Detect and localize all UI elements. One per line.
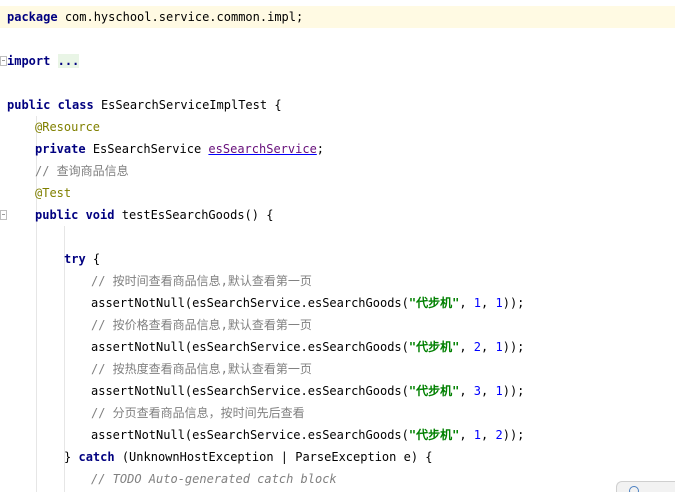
string-literal: "代步机" [408,428,460,442]
number-literal: 1 [473,428,482,442]
method-modifiers: public void [35,208,115,222]
number-literal: 1 [495,296,503,310]
annotation-test: @Test [35,186,72,200]
call-suffix: )); [502,428,525,442]
assert-call: assertNotNull(esSearchService.esSearchGo… [91,340,409,354]
number-literal: 1 [473,296,482,310]
code-line-assert[interactable]: assertNotNull(esSearchService.esSearchGo… [0,380,675,402]
assert-call: assertNotNull(esSearchService.esSearchGo… [91,296,409,310]
field-semicolon: ; [316,142,325,156]
comment-call: // 按热度查看商品信息,默认查看第一页 [91,362,312,376]
annotation-resource: @Resource [35,120,101,134]
code-line-comment[interactable]: // 按时间查看商品信息,默认查看第一页 [0,270,675,292]
folded-imports-placeholder[interactable]: ... [57,54,80,68]
string-literal: "代步机" [408,296,460,310]
field-type: EsSearchService [92,142,202,156]
number-literal: 1 [495,384,503,398]
comment-query: // 查询商品信息 [35,164,129,178]
code-line-catch[interactable]: } catch (UnknownHostException | ParseExc… [0,446,675,468]
field-modifier: private [35,142,86,156]
catch-params: (UnknownHostException | ParseException e… [121,450,433,464]
code-line-package[interactable]: package com.hyschool.service.common.impl… [0,6,675,28]
comment-call: // 按价格查看商品信息,默认查看第一页 [91,318,312,332]
code-line-assert[interactable]: assertNotNull(esSearchService.esSearchGo… [0,424,675,446]
class-declaration: EsSearchServiceImplTest { [100,98,282,112]
code-line-try[interactable]: try { [0,248,675,270]
code-line-comment[interactable]: // 分页查看商品信息，按时间先后查看 [0,402,675,424]
try-brace: { [92,252,101,266]
class-modifiers: public class [7,98,94,112]
string-literal: "代步机" [408,384,460,398]
code-line-comment[interactable]: // 按热度查看商品信息,默认查看第一页 [0,358,675,380]
code-editor[interactable]: package com.hyschool.service.common.impl… [0,0,675,492]
keyword-catch: catch [78,450,115,464]
number-literal: 3 [473,384,482,398]
string-literal: "代步机" [408,340,460,354]
code-line-annotation-test[interactable]: @Test [0,182,675,204]
comment-call: // 分页查看商品信息，按时间先后查看 [91,406,305,420]
number-literal: 2 [473,340,482,354]
assert-call: assertNotNull(esSearchService.esSearchGo… [91,428,409,442]
code-line-annotation-resource[interactable]: @Resource [0,116,675,138]
number-literal: 2 [495,428,503,442]
code-line-comment[interactable]: // 查询商品信息 [0,160,675,182]
package-name: com.hyschool.service.common.impl; [64,10,304,24]
call-suffix: )); [502,384,525,398]
code-line-import[interactable]: import ... [0,50,675,72]
keyword-try: try [64,252,86,266]
code-line-assert[interactable]: assertNotNull(esSearchService.esSearchGo… [0,336,675,358]
code-line-comment[interactable]: // 按价格查看商品信息,默认查看第一页 [0,314,675,336]
field-name-link[interactable]: esSearchService [208,142,316,156]
status-indicator-icon [629,486,639,492]
method-declaration: testEsSearchGoods() { [121,208,274,222]
call-suffix: )); [502,296,525,310]
assert-call: assertNotNull(esSearchService.esSearchGo… [91,384,409,398]
code-line-field[interactable]: private EsSearchService esSearchService; [0,138,675,160]
code-line-todo[interactable]: // TODO Auto-generated catch block [0,468,675,490]
code-line-assert[interactable]: assertNotNull(esSearchService.esSearchGo… [0,292,675,314]
number-literal: 1 [495,340,503,354]
code-line-method[interactable]: public void testEsSearchGoods() { [0,204,675,226]
code-line-class[interactable]: public class EsSearchServiceImplTest { [0,94,675,116]
catch-close-brace: } [64,450,72,464]
keyword-package: package [7,10,58,24]
keyword-import: import [7,54,51,68]
todo-comment: // TODO Auto-generated catch block [91,472,337,486]
notification-popup-corner[interactable] [616,481,675,492]
comment-call: // 按时间查看商品信息,默认查看第一页 [91,274,312,288]
call-suffix: )); [502,340,525,354]
